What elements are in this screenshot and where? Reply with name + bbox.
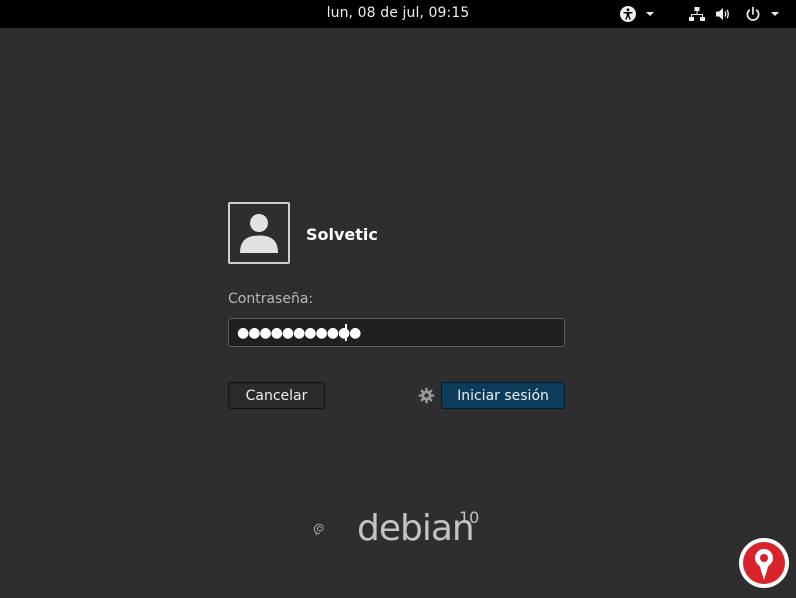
chevron-down-icon <box>646 12 654 16</box>
power-icon <box>746 6 760 21</box>
login-button[interactable]: Iniciar sesión <box>441 382 565 409</box>
system-menu[interactable] <box>688 4 780 24</box>
debian-version: 10 <box>459 508 480 527</box>
clock[interactable]: lun, 08 de jul, 09:15 <box>0 5 796 21</box>
debian-wordmark: debian <box>357 508 475 549</box>
chevron-down-icon <box>771 12 779 16</box>
watermark-logo <box>739 538 789 588</box>
username: Solvetic <box>306 225 378 244</box>
accessibility-menu[interactable] <box>619 4 655 24</box>
top-bar: lun, 08 de jul, 09:15 <box>0 0 796 28</box>
user-avatar-icon <box>240 214 278 253</box>
login-screen: lun, 08 de jul, 09:15 Solvetic Contraseñ… <box>0 0 796 598</box>
user-avatar <box>228 202 290 264</box>
gear-icon[interactable] <box>418 387 435 404</box>
accessibility-icon <box>620 6 636 22</box>
network-icon <box>689 7 705 21</box>
cancel-button[interactable]: Cancelar <box>228 382 325 409</box>
debian-swirl-logo <box>313 523 324 536</box>
text-cursor <box>345 324 347 341</box>
volume-icon <box>716 8 729 20</box>
password-input[interactable] <box>228 318 565 347</box>
password-label: Contraseña: <box>228 291 314 307</box>
